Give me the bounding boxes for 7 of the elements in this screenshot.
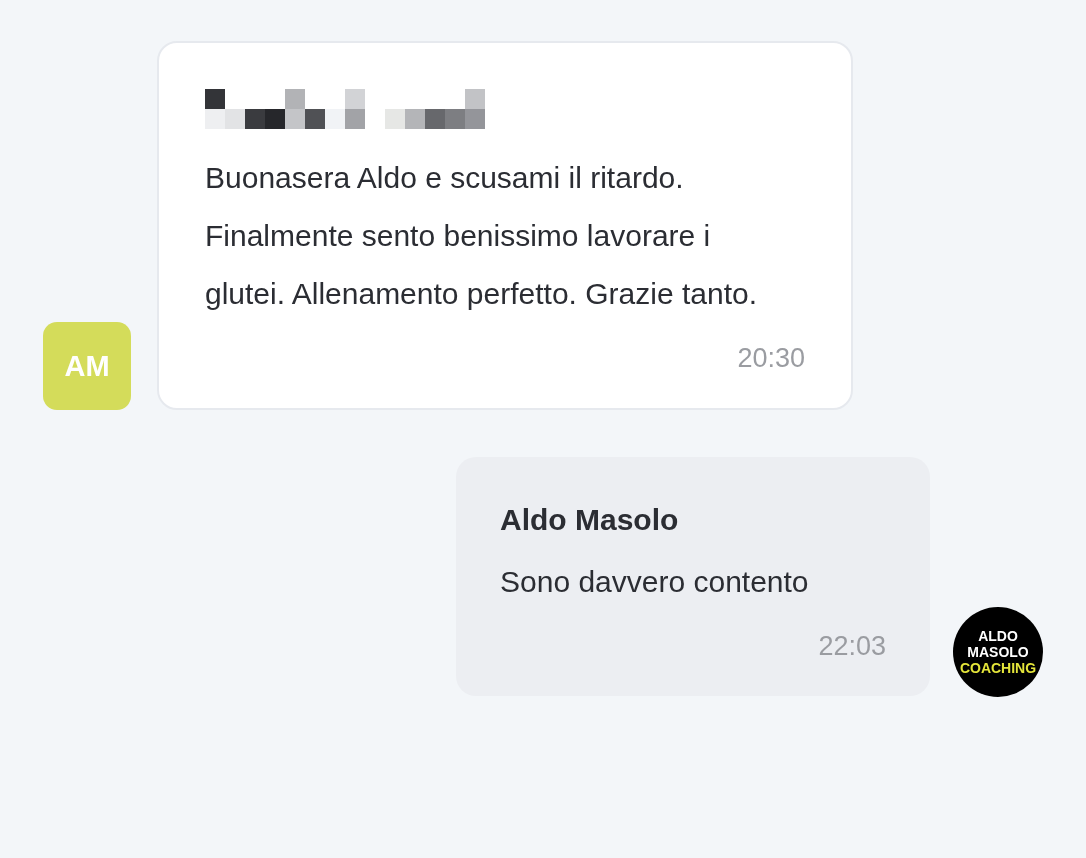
avatar: AM xyxy=(43,322,131,410)
message-text: Sono davvero contento xyxy=(500,564,810,600)
sender-name: Aldo Masolo xyxy=(500,503,680,537)
coaching-logo: ALDO MASOLO COACHING xyxy=(953,607,1043,697)
message-time: 20:30 xyxy=(737,343,805,374)
message-text: Buonasera Aldo e scusami il ritardo. Finalmente sento benissimo lavorare i glutei. Allenamento perfetto. Grazie tanto. xyxy=(205,160,758,312)
message-time: 22:03 xyxy=(818,631,886,662)
